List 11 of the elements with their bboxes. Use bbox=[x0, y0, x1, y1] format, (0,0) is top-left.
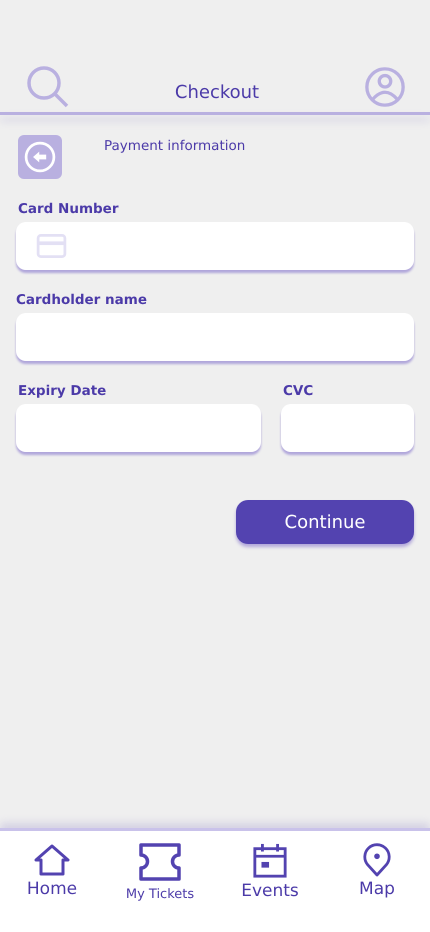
continue-button[interactable]: Continue bbox=[236, 500, 414, 544]
nav-item[interactable]: Home bbox=[0, 843, 104, 899]
field-label: CVC bbox=[283, 383, 314, 399]
field-label: Expiry Date bbox=[18, 383, 108, 399]
nav-item[interactable]: My Tickets bbox=[104, 843, 216, 902]
section-title: Payment information bbox=[104, 138, 246, 154]
nav-item[interactable]: Events bbox=[216, 843, 324, 901]
nav-item[interactable]: Map bbox=[324, 843, 430, 899]
field-label: Card Number bbox=[18, 201, 120, 217]
page-title: Checkout bbox=[174, 82, 260, 102]
field-label: Cardholder name bbox=[16, 292, 148, 308]
